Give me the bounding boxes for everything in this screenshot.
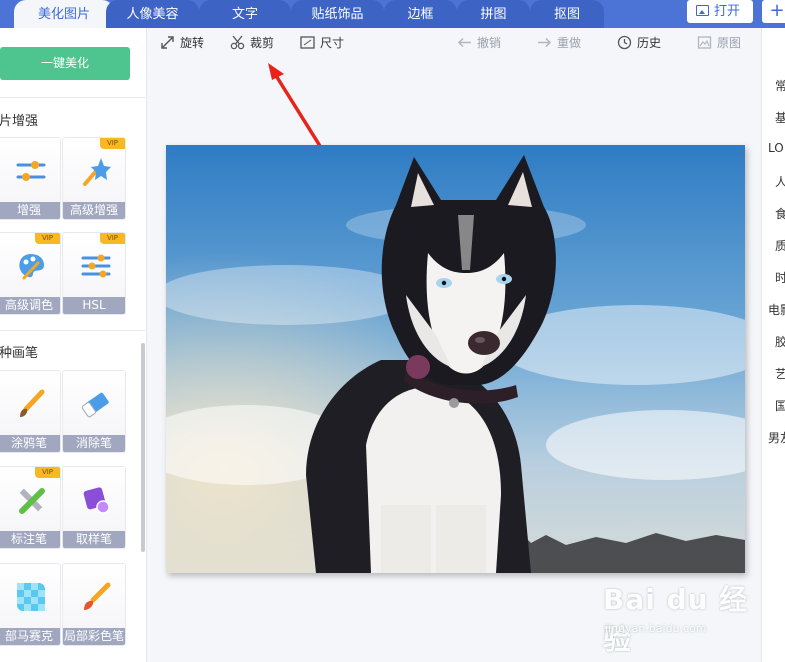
vip-badge: VIP: [100, 138, 125, 149]
section-title-enhance: 片增强: [0, 114, 39, 129]
history-label: 历史: [637, 36, 662, 50]
tool-annotate-pen[interactable]: VIP 标注笔: [0, 466, 61, 549]
tool-sample-pen[interactable]: 取样笔: [62, 466, 126, 549]
tab-text[interactable]: 文字: [199, 0, 291, 28]
watermark-main-text: Bai du 经验: [603, 583, 749, 656]
tool-enhance[interactable]: 增强: [0, 137, 61, 220]
tool-advanced-color[interactable]: VIP 高级调色: [0, 232, 61, 315]
history-button[interactable]: 历史: [617, 34, 661, 52]
scissors-icon: [230, 35, 245, 50]
tool-label: HSL: [63, 297, 125, 314]
undo-button[interactable]: 撤销: [457, 34, 501, 52]
sliders-icon: [16, 161, 46, 181]
undo-arrow-icon: [457, 37, 471, 48]
photo-canvas[interactable]: [166, 145, 745, 573]
open-button[interactable]: 打开: [687, 0, 753, 23]
tab-cutout[interactable]: 抠图: [530, 0, 604, 28]
tool-label: 局部彩色笔: [63, 628, 125, 645]
vip-badge: VIP: [35, 467, 60, 478]
tab-frame[interactable]: 边框: [384, 0, 457, 28]
tab-stickers[interactable]: 贴纸饰品: [291, 0, 384, 28]
annotation-arrow: [268, 63, 322, 148]
magic-star-icon: [83, 158, 111, 186]
add-button[interactable]: +: [762, 0, 785, 23]
tool-eraser-pen[interactable]: 消除笔: [62, 370, 126, 453]
sample-pen-icon: [83, 487, 110, 514]
tool-doodle-pen[interactable]: 涂鸦笔: [0, 370, 61, 453]
resize-icon: [300, 36, 315, 49]
original-label: 原图: [717, 36, 742, 50]
filter-category-item[interactable]: 男友: [768, 429, 785, 446]
filter-category-item[interactable]: LO: [768, 141, 784, 155]
tool-label: 部马赛克: [0, 628, 60, 645]
tool-mosaic[interactable]: 部马赛克: [0, 563, 61, 646]
tool-label: 标注笔: [0, 531, 60, 548]
filter-category-item[interactable]: 艺: [775, 365, 785, 382]
divider: [0, 330, 147, 331]
watermark-url-text: jingyan.baidu.com: [605, 622, 707, 635]
clock-icon: [617, 35, 632, 50]
image-icon: [696, 5, 709, 16]
tool-local-color-pen[interactable]: 局部彩色笔: [62, 563, 126, 646]
crop-label: 裁剪: [250, 36, 275, 50]
tool-label: 取样笔: [63, 531, 125, 548]
crop-button[interactable]: 裁剪: [230, 34, 274, 52]
eraser-icon: [81, 392, 109, 418]
open-label: 打开: [714, 4, 741, 19]
tool-label: 消除笔: [63, 435, 125, 452]
hsl-sliders-icon: [81, 254, 111, 278]
size-button[interactable]: 尺寸: [300, 34, 344, 52]
tab-portrait[interactable]: 人像美容: [106, 0, 199, 28]
tool-label: 涂鸦笔: [0, 435, 60, 452]
color-brush-icon: [84, 582, 111, 610]
redo-arrow-icon: [538, 37, 552, 48]
undo-label: 撤销: [477, 36, 502, 50]
redo-button[interactable]: 重做: [537, 34, 581, 52]
vip-badge: VIP: [100, 233, 125, 244]
tool-label: 高级增强: [63, 202, 125, 219]
husky-photo: [166, 145, 745, 573]
vip-badge: VIP: [35, 233, 60, 244]
original-button[interactable]: 原图: [697, 34, 741, 52]
filter-category-item[interactable]: 人: [775, 173, 785, 190]
filter-category-item[interactable]: 质: [775, 237, 785, 254]
redo-label: 重做: [557, 36, 582, 50]
tool-advanced-enhance[interactable]: VIP 高级增强: [62, 137, 126, 220]
tool-hsl[interactable]: VIP HSL: [62, 232, 126, 315]
marker-pen-icon: [19, 488, 45, 514]
right-filter-panel: 常 基 LO 人 食 质 时 电影 胶 艺 国 男友: [761, 28, 785, 662]
left-panel-scrollbar[interactable]: [141, 343, 145, 552]
filter-category-item[interactable]: 电影: [768, 301, 785, 318]
filter-category-item[interactable]: 常: [775, 77, 785, 94]
baidu-jingyan-watermark: Bai du 经验 jingyan.baidu.com: [603, 578, 773, 656]
tool-label: 高级调色: [0, 297, 60, 314]
tab-beautify[interactable]: 美化图片: [14, 0, 114, 28]
section-title-brushes: 种画笔: [0, 346, 39, 361]
filter-category-item[interactable]: 基: [775, 109, 785, 126]
one-key-beautify-button[interactable]: 一键美化: [0, 47, 130, 80]
brush-icon: [20, 389, 45, 417]
filter-category-item[interactable]: 食: [775, 205, 785, 222]
palette-icon: [19, 254, 44, 280]
mosaic-icon: [17, 583, 45, 611]
tab-collage[interactable]: 拼图: [457, 0, 530, 28]
size-label: 尺寸: [320, 36, 345, 50]
tool-label: 增强: [0, 202, 60, 219]
filter-category-item[interactable]: 国: [775, 397, 785, 414]
divider: [0, 97, 147, 98]
filter-category-item[interactable]: 时: [775, 269, 785, 286]
image-icon: [697, 36, 712, 49]
rotate-icon: [161, 36, 174, 49]
filter-category-item[interactable]: 胶: [775, 333, 785, 350]
rotate-button[interactable]: 旋转: [160, 34, 204, 52]
rotate-label: 旋转: [180, 36, 205, 50]
